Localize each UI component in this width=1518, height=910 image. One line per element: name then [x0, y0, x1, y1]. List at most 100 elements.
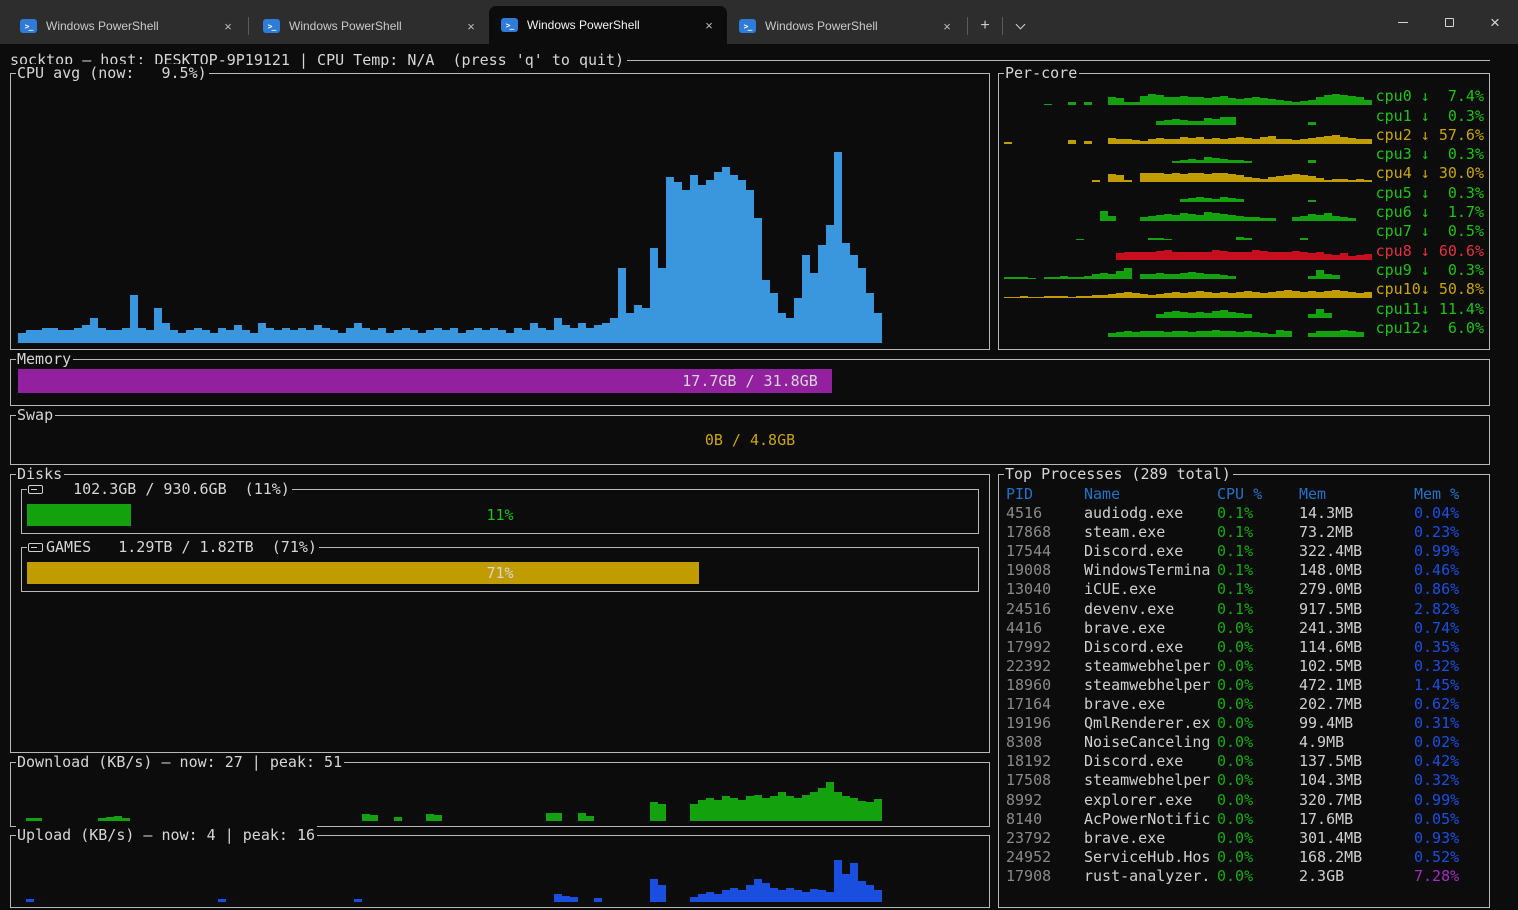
close-button[interactable]: × [1472, 0, 1518, 44]
process-cell: 23792 [1006, 829, 1084, 848]
disk-c-gauge-label: 11% [27, 504, 973, 526]
tab-3[interactable]: >_Windows PowerShell× [489, 6, 727, 44]
process-row: 18192Discord.exe0.0%137.5MB0.42% [1006, 752, 1485, 771]
swap-panel: Swap 0B / 4.8GB [10, 415, 1490, 465]
process-cell: 13040 [1006, 580, 1084, 599]
tab-dropdown-button[interactable] [1005, 12, 1035, 40]
window-controls: × [1380, 0, 1518, 44]
process-row: 22392steamwebhelper0.0%102.5MB0.32% [1006, 657, 1485, 676]
disk-games-gauge: 71% [27, 562, 973, 584]
process-cell: 0.1% [1217, 580, 1299, 599]
core-label: cpu3 ↓ 0.3% [1372, 145, 1484, 163]
column-header: Mem [1299, 485, 1414, 504]
upload-title: Upload (KB/s) — now: 4 | peak: 16 [16, 826, 317, 845]
disk-c-gauge: 11% [27, 504, 973, 526]
process-cell: 104.3MB [1299, 771, 1414, 790]
core-label: cpu1 ↓ 0.3% [1372, 107, 1484, 125]
disks-panel: Disks 102.3GB / 930.6GB (11%) 11% GAMES … [10, 474, 990, 753]
core-sparkline [1004, 184, 1372, 202]
process-cell: 17.6MB [1299, 810, 1414, 829]
process-cell: Discord.exe [1084, 638, 1217, 657]
core-row-cpu10: cpu10↓ 50.8% [1002, 279, 1486, 298]
process-table-body: 4516audiodg.exe0.1%14.3MB0.04%17868 steam… [1006, 504, 1485, 886]
process-cell: 137.5MB [1299, 752, 1414, 771]
process-row: 19008WindowsTermina0.1%148.0MB0.46% [1006, 561, 1485, 580]
core-sparkline [1004, 319, 1372, 337]
process-cell: 148.0MB [1299, 561, 1414, 580]
process-cell: 0.0% [1217, 810, 1299, 829]
process-cell: brave.exe [1084, 619, 1217, 638]
upload-chart [18, 854, 982, 902]
process-cell: 17544 [1006, 542, 1084, 561]
process-cell: brave.exe [1084, 695, 1217, 714]
process-cell: 17868 [1006, 523, 1084, 542]
process-cell: 0.0% [1217, 676, 1299, 695]
process-cell: 0.0% [1217, 733, 1299, 752]
process-cell: NoiseCanceling [1084, 733, 1217, 752]
process-row: 23792brave.exe0.0%301.4MB0.93% [1006, 829, 1485, 848]
powershell-icon: >_ [263, 19, 280, 33]
process-cell: 0.0% [1217, 791, 1299, 810]
core-row-cpu11: cpu11↓ 11.4% [1002, 298, 1486, 317]
process-row: 17164brave.exe0.0%202.7MB0.62% [1006, 695, 1485, 714]
core-sparkline [1004, 145, 1372, 163]
core-sparkline [1004, 242, 1372, 260]
process-cell: 0.1% [1217, 542, 1299, 561]
process-cell: devenv.exe [1084, 600, 1217, 619]
core-label: cpu4 ↓ 30.0% [1372, 164, 1484, 182]
process-row: 24952ServiceHub.Hos0.0%168.2MB0.52% [1006, 848, 1485, 867]
column-header: PID [1006, 485, 1084, 504]
process-cell: 0.0% [1217, 638, 1299, 657]
core-sparkline [1004, 126, 1372, 144]
process-row: 24516devenv.exe0.1%917.5MB2.82% [1006, 600, 1485, 619]
process-cell: 4.9MB [1299, 733, 1414, 752]
process-cell: 0.74% [1414, 619, 1485, 638]
core-row-cpu7: cpu7 ↓ 0.5% [1002, 221, 1486, 240]
process-cell: 0.1% [1217, 600, 1299, 619]
tab-2[interactable]: >_Windows PowerShell× [251, 8, 489, 44]
process-cell: 0.23% [1414, 523, 1485, 542]
new-tab-button[interactable]: + [970, 12, 1000, 40]
tab-4[interactable]: >_Windows PowerShell× [727, 8, 965, 44]
process-cell: 2.3GB [1299, 867, 1414, 886]
process-cell: 0.0% [1217, 657, 1299, 676]
column-header: Mem % [1414, 485, 1485, 504]
process-cell: 917.5MB [1299, 600, 1414, 619]
process-cell: 279.0MB [1299, 580, 1414, 599]
process-cell: rust-analyzer. [1084, 867, 1217, 886]
process-cell: 99.4MB [1299, 714, 1414, 733]
tab-close-icon[interactable]: × [459, 15, 483, 37]
tab-close-icon[interactable]: × [935, 15, 959, 37]
minimize-button[interactable] [1380, 0, 1426, 44]
process-cell: 301.4MB [1299, 829, 1414, 848]
process-cell: 0.0% [1217, 771, 1299, 790]
process-cell: 24952 [1006, 848, 1084, 867]
tab-close-icon[interactable]: × [216, 15, 240, 37]
tab-bar: >_Windows PowerShell×>_Windows PowerShel… [0, 0, 1518, 44]
process-row: 13040iCUE.exe0.1%279.0MB0.86% [1006, 580, 1485, 599]
process-cell: ServiceHub.Hos [1084, 848, 1217, 867]
process-cell: 202.7MB [1299, 695, 1414, 714]
process-cell: 0.42% [1414, 752, 1485, 771]
process-cell: 0.1% [1217, 523, 1299, 542]
terminal-screen[interactable]: socktop — host: DESKTOP-9P19121 | CPU Te… [0, 44, 1518, 910]
process-cell: steamwebhelper [1084, 676, 1217, 695]
process-cell: 0.86% [1414, 580, 1485, 599]
maximize-button[interactable] [1426, 0, 1472, 44]
tab-close-icon[interactable]: × [697, 14, 721, 36]
per-core-title: Per-core [1004, 64, 1079, 83]
process-row: 17992Discord.exe0.0%114.6MB0.35% [1006, 638, 1485, 657]
core-sparkline [1004, 280, 1372, 298]
download-title: Download (KB/s) — now: 27 | peak: 51 [16, 753, 344, 772]
per-core-rows: cpu0 ↓ 7.4%cpu1 ↓ 0.3%cpu2 ↓ 57.6%cpu3 ↓… [1002, 86, 1486, 337]
core-row-cpu0: cpu0 ↓ 7.4% [1002, 86, 1486, 105]
process-cell: 0.0% [1217, 714, 1299, 733]
download-panel: Download (KB/s) — now: 27 | peak: 51 [10, 762, 990, 827]
tab-separator [1002, 17, 1003, 35]
app-header: socktop — host: DESKTOP-9P19121 | CPU Te… [10, 50, 1490, 70]
tab-1[interactable]: >_Windows PowerShell× [8, 8, 246, 44]
process-row: 4516audiodg.exe0.1%14.3MB0.04% [1006, 504, 1485, 523]
process-cell: 73.2MB [1299, 523, 1414, 542]
process-cell: 24516 [1006, 600, 1084, 619]
core-sparkline [1004, 107, 1372, 125]
